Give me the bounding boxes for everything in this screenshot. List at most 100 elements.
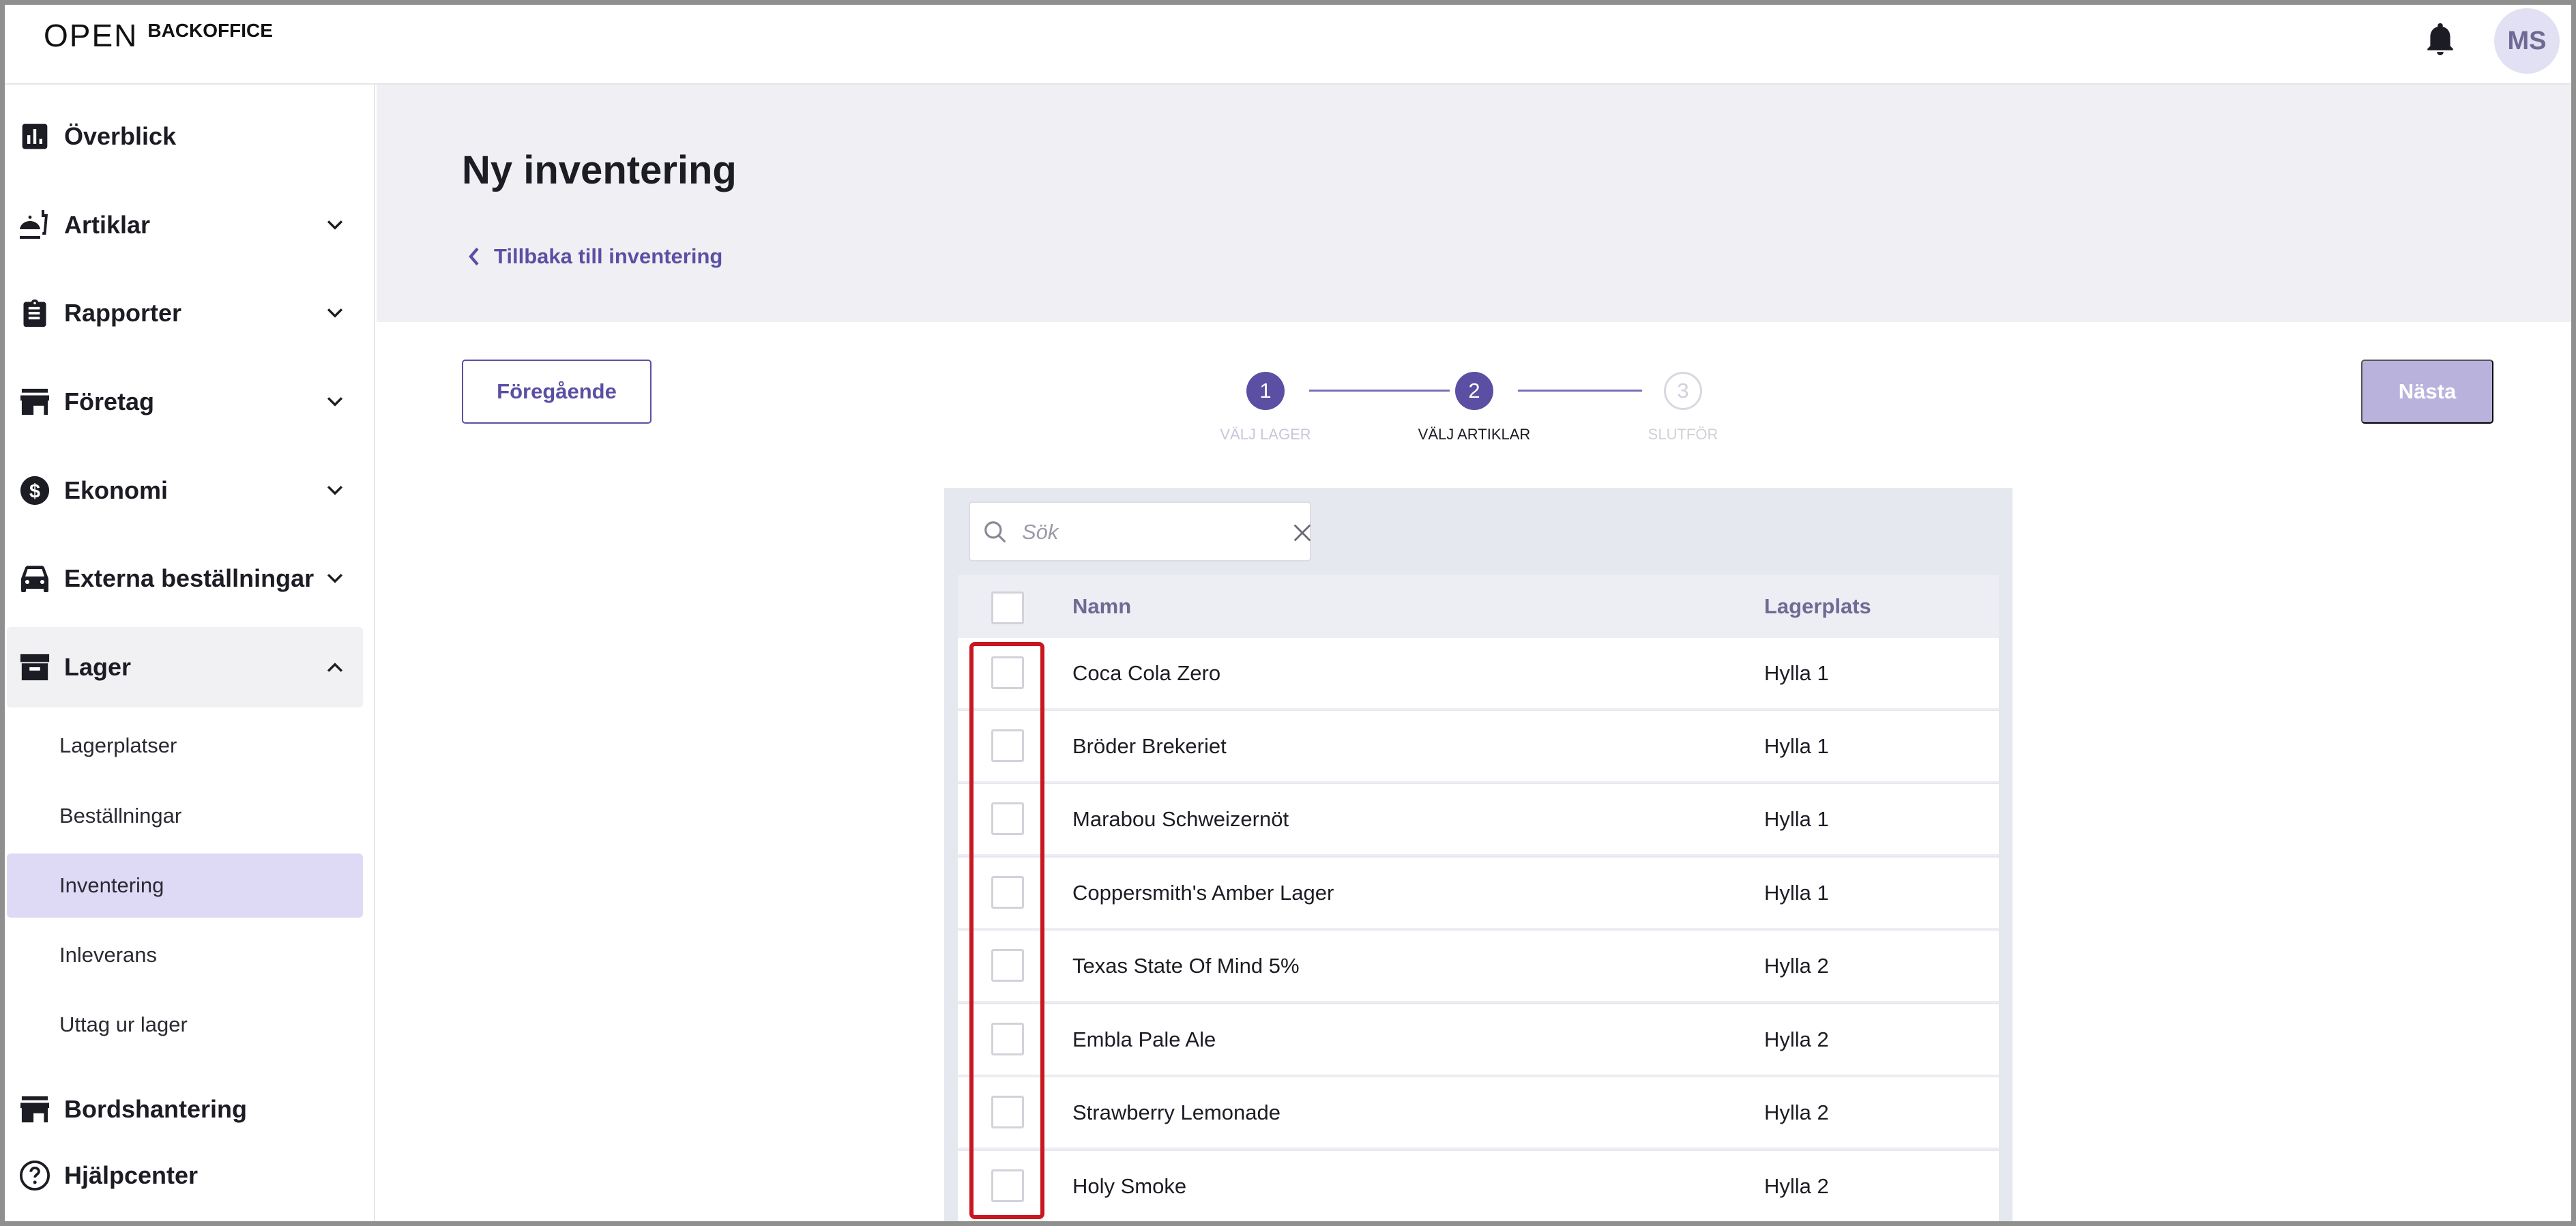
sidebar-item-overblick[interactable]: Överblick xyxy=(7,96,363,177)
sidebar-item-foretag[interactable]: Företag xyxy=(7,362,363,442)
sidebar-item-label: Rapporter xyxy=(64,299,182,327)
archive-icon xyxy=(18,650,52,684)
row-name: Texas State Of Mind 5% xyxy=(1072,954,1300,978)
bell-icon[interactable] xyxy=(2423,20,2457,59)
chevron-left-icon xyxy=(469,247,479,266)
row-checkbox[interactable] xyxy=(991,729,1024,762)
table-row[interactable]: Holy Smoke Hylla 2 xyxy=(958,1151,1999,1223)
table-row[interactable]: Coppersmith's Amber Lager Hylla 1 xyxy=(958,858,1999,930)
back-link[interactable]: Tillbaka till inventering xyxy=(467,244,722,269)
sidebar-subitem-label: Beställningar xyxy=(59,804,182,828)
row-location: Hylla 1 xyxy=(1764,881,1829,905)
column-header-location: Lagerplats xyxy=(1764,594,1871,618)
step-connector xyxy=(1309,390,1450,392)
step-connector xyxy=(1518,390,1642,392)
step-2-label: VÄLJ ARTIKLAR xyxy=(1418,426,1531,443)
row-location: Hylla 1 xyxy=(1764,734,1829,758)
chevron-down-icon xyxy=(327,486,343,495)
chevron-up-icon xyxy=(327,662,343,672)
sidebar-item-label: Bordshantering xyxy=(64,1095,248,1123)
step-1-circle: 1 xyxy=(1246,372,1285,410)
step-3-label: SLUTFÖR xyxy=(1648,426,1718,443)
clipboard-icon xyxy=(18,296,52,330)
sidebar-item-label: Företag xyxy=(64,388,155,415)
help-icon xyxy=(18,1158,52,1193)
sidebar-item-label: Externa beställningar xyxy=(64,564,314,592)
step-2-circle: 2 xyxy=(1455,372,1493,410)
row-checkbox[interactable] xyxy=(991,802,1024,835)
row-location: Hylla 1 xyxy=(1764,661,1829,685)
next-button[interactable]: Nästa xyxy=(2361,360,2493,424)
sidebar-subitem-label: Inleverans xyxy=(59,943,158,967)
row-location: Hylla 1 xyxy=(1764,807,1829,831)
row-name: Marabou Schweizernöt xyxy=(1072,807,1289,831)
article-table-panel: Namn Lagerplats Coca Cola Zero Hylla 1 B… xyxy=(944,488,2012,1226)
sidebar-item-label: Överblick xyxy=(64,122,177,150)
search-box xyxy=(969,501,1311,561)
step-3-circle: 3 xyxy=(1664,372,1702,410)
sidebar-item-label: Hjälpcenter xyxy=(64,1161,199,1189)
content-header: Ny inventering Tillbaka till inventering xyxy=(377,85,2576,322)
table-row[interactable]: Texas State Of Mind 5% Hylla 2 xyxy=(958,931,1999,1003)
row-checkbox[interactable] xyxy=(991,949,1024,982)
row-name: Coca Cola Zero xyxy=(1072,661,1221,685)
row-checkbox[interactable] xyxy=(991,656,1024,689)
search-input[interactable] xyxy=(1022,512,1254,552)
row-name: Holy Smoke xyxy=(1072,1174,1187,1198)
search-icon xyxy=(984,521,1006,543)
sidebar-subitem-inventering[interactable]: Inventering xyxy=(7,853,363,918)
sidebar-item-label: Lager xyxy=(64,653,132,681)
row-location: Hylla 2 xyxy=(1764,1174,1829,1198)
chevron-down-icon xyxy=(327,574,343,583)
sidebar-item-label: Ekonomi xyxy=(64,476,169,504)
clear-icon[interactable] xyxy=(1291,521,1314,544)
page-title: Ny inventering xyxy=(462,148,737,192)
table-row[interactable]: Coca Cola Zero Hylla 1 xyxy=(958,638,1999,710)
row-name: Embla Pale Ale xyxy=(1072,1027,1216,1051)
sidebar-item-lager[interactable]: Lager xyxy=(7,627,363,707)
row-checkbox[interactable] xyxy=(991,1169,1024,1202)
step-1-label: VÄLJ LAGER xyxy=(1220,426,1311,443)
row-name: Coppersmith's Amber Lager xyxy=(1072,881,1334,905)
table-row[interactable]: Bröder Brekeriet Hylla 1 xyxy=(958,711,1999,783)
sidebar-item-artiklar[interactable]: Artiklar xyxy=(7,185,363,265)
top-bar: OPEN BACKOFFICE MS xyxy=(0,0,2576,85)
store-icon xyxy=(18,385,52,419)
dollar-icon: $ xyxy=(18,473,52,508)
sidebar-item-externa-bestallningar[interactable]: Externa beställningar xyxy=(7,538,363,619)
row-location: Hylla 2 xyxy=(1764,1100,1829,1124)
sidebar-subitem-label: Lagerplatser xyxy=(59,733,177,757)
table-header: Namn Lagerplats xyxy=(958,575,1999,638)
row-checkbox[interactable] xyxy=(991,1023,1024,1055)
sidebar-item-label: Artiklar xyxy=(64,211,151,239)
sidebar-item-ekonomi[interactable]: $ Ekonomi xyxy=(7,450,363,531)
avatar[interactable]: MS xyxy=(2494,8,2560,74)
sidebar-item-hjalpcenter[interactable]: Hjälpcenter xyxy=(7,1135,363,1216)
logo-mark: OPEN xyxy=(44,18,138,53)
sidebar-subitem-bestallningar[interactable]: Beställningar xyxy=(7,784,363,848)
sidebar-item-rapporter[interactable]: Rapporter xyxy=(7,273,363,353)
sidebar-subitem-lagerplatser[interactable]: Lagerplatser xyxy=(7,714,363,778)
select-all-checkbox[interactable] xyxy=(991,592,1024,624)
table-icon xyxy=(18,1092,52,1126)
sidebar-subitem-uttag-ur-lager[interactable]: Uttag ur lager xyxy=(7,993,363,1057)
car-icon xyxy=(18,561,52,596)
chevron-down-icon xyxy=(327,397,343,407)
food-icon xyxy=(18,208,52,242)
column-header-name: Namn xyxy=(1072,594,1132,618)
chevron-down-icon xyxy=(327,308,343,318)
table-row[interactable]: Embla Pale Ale Hylla 2 xyxy=(958,1004,1999,1077)
back-link-label: Tillbaka till inventering xyxy=(494,244,723,268)
svg-text:$: $ xyxy=(29,481,40,503)
sidebar: Överblick Artiklar Rapporter Företag $ E… xyxy=(0,85,375,1226)
logo[interactable]: OPEN BACKOFFICE xyxy=(44,18,273,59)
table-row[interactable]: Marabou Schweizernöt Hylla 1 xyxy=(958,784,1999,856)
chart-icon xyxy=(18,119,52,154)
table-row[interactable]: Strawberry Lemonade Hylla 2 xyxy=(958,1077,1999,1150)
previous-button[interactable]: Föregående xyxy=(462,360,652,424)
sidebar-subitem-inleverans[interactable]: Inleverans xyxy=(7,923,363,987)
row-name: Bröder Brekeriet xyxy=(1072,734,1227,758)
row-checkbox[interactable] xyxy=(991,1096,1024,1128)
row-checkbox[interactable] xyxy=(991,876,1024,909)
sidebar-subitem-label: Inventering xyxy=(59,873,164,897)
